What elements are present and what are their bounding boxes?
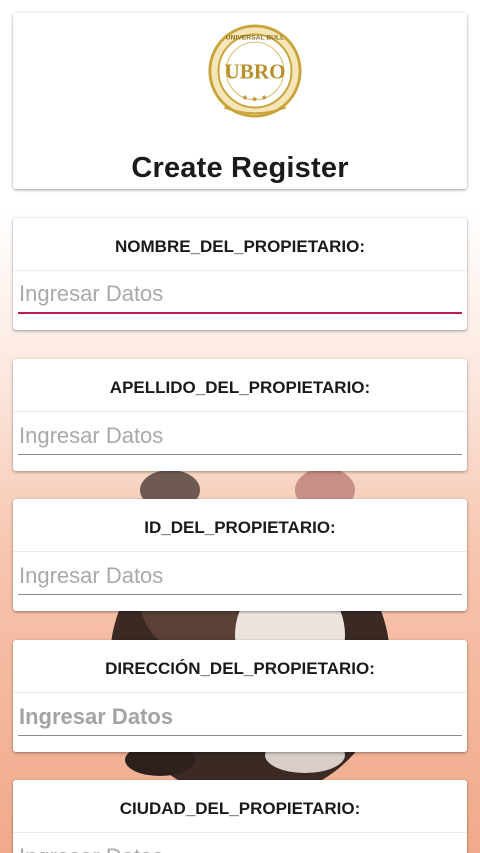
svg-text:UBRO: UBRO [225, 60, 286, 84]
ubro-logo-icon: UBRO UNIVERSAL BULL ★ ★ ★ [208, 24, 302, 118]
field-card-apellido: APELLIDO_DEL_PROPIETARIO: [13, 359, 467, 471]
field-card-id: ID_DEL_PROPIETARIO: [13, 499, 467, 611]
nombre-input[interactable] [18, 280, 462, 314]
id-input[interactable] [18, 561, 462, 595]
field-label-id: ID_DEL_PROPIETARIO: [144, 518, 336, 537]
header-card: UBRO UNIVERSAL BULL ★ ★ ★ Create Registe… [13, 13, 467, 189]
page-title: Create Register [131, 152, 349, 184]
ciudad-input[interactable] [18, 842, 462, 853]
field-label-apellido: APELLIDO_DEL_PROPIETARIO: [109, 378, 371, 397]
svg-text:★: ★ [261, 93, 268, 102]
svg-text:★: ★ [242, 93, 249, 102]
field-card-nombre: NOMBRE_DEL_PROPIETARIO: [13, 218, 467, 330]
divider [13, 411, 467, 412]
svg-text:UNIVERSAL BULL: UNIVERSAL BULL [226, 34, 284, 41]
svg-text:★: ★ [251, 95, 258, 104]
field-label-nombre: NOMBRE_DEL_PROPIETARIO: [115, 237, 365, 256]
field-card-ciudad: CIUDAD_DEL_PROPIETARIO: [13, 780, 467, 853]
direccion-input[interactable] [18, 702, 462, 736]
field-label-ciudad: CIUDAD_DEL_PROPIETARIO: [119, 799, 361, 818]
divider [13, 692, 467, 693]
divider [13, 832, 467, 833]
apellido-input[interactable] [18, 421, 462, 455]
field-card-direccion: DIRECCIÓN_DEL_PROPIETARIO: [13, 640, 467, 752]
divider [13, 270, 467, 271]
divider [13, 551, 467, 552]
field-label-direccion: DIRECCIÓN_DEL_PROPIETARIO: [105, 659, 375, 678]
